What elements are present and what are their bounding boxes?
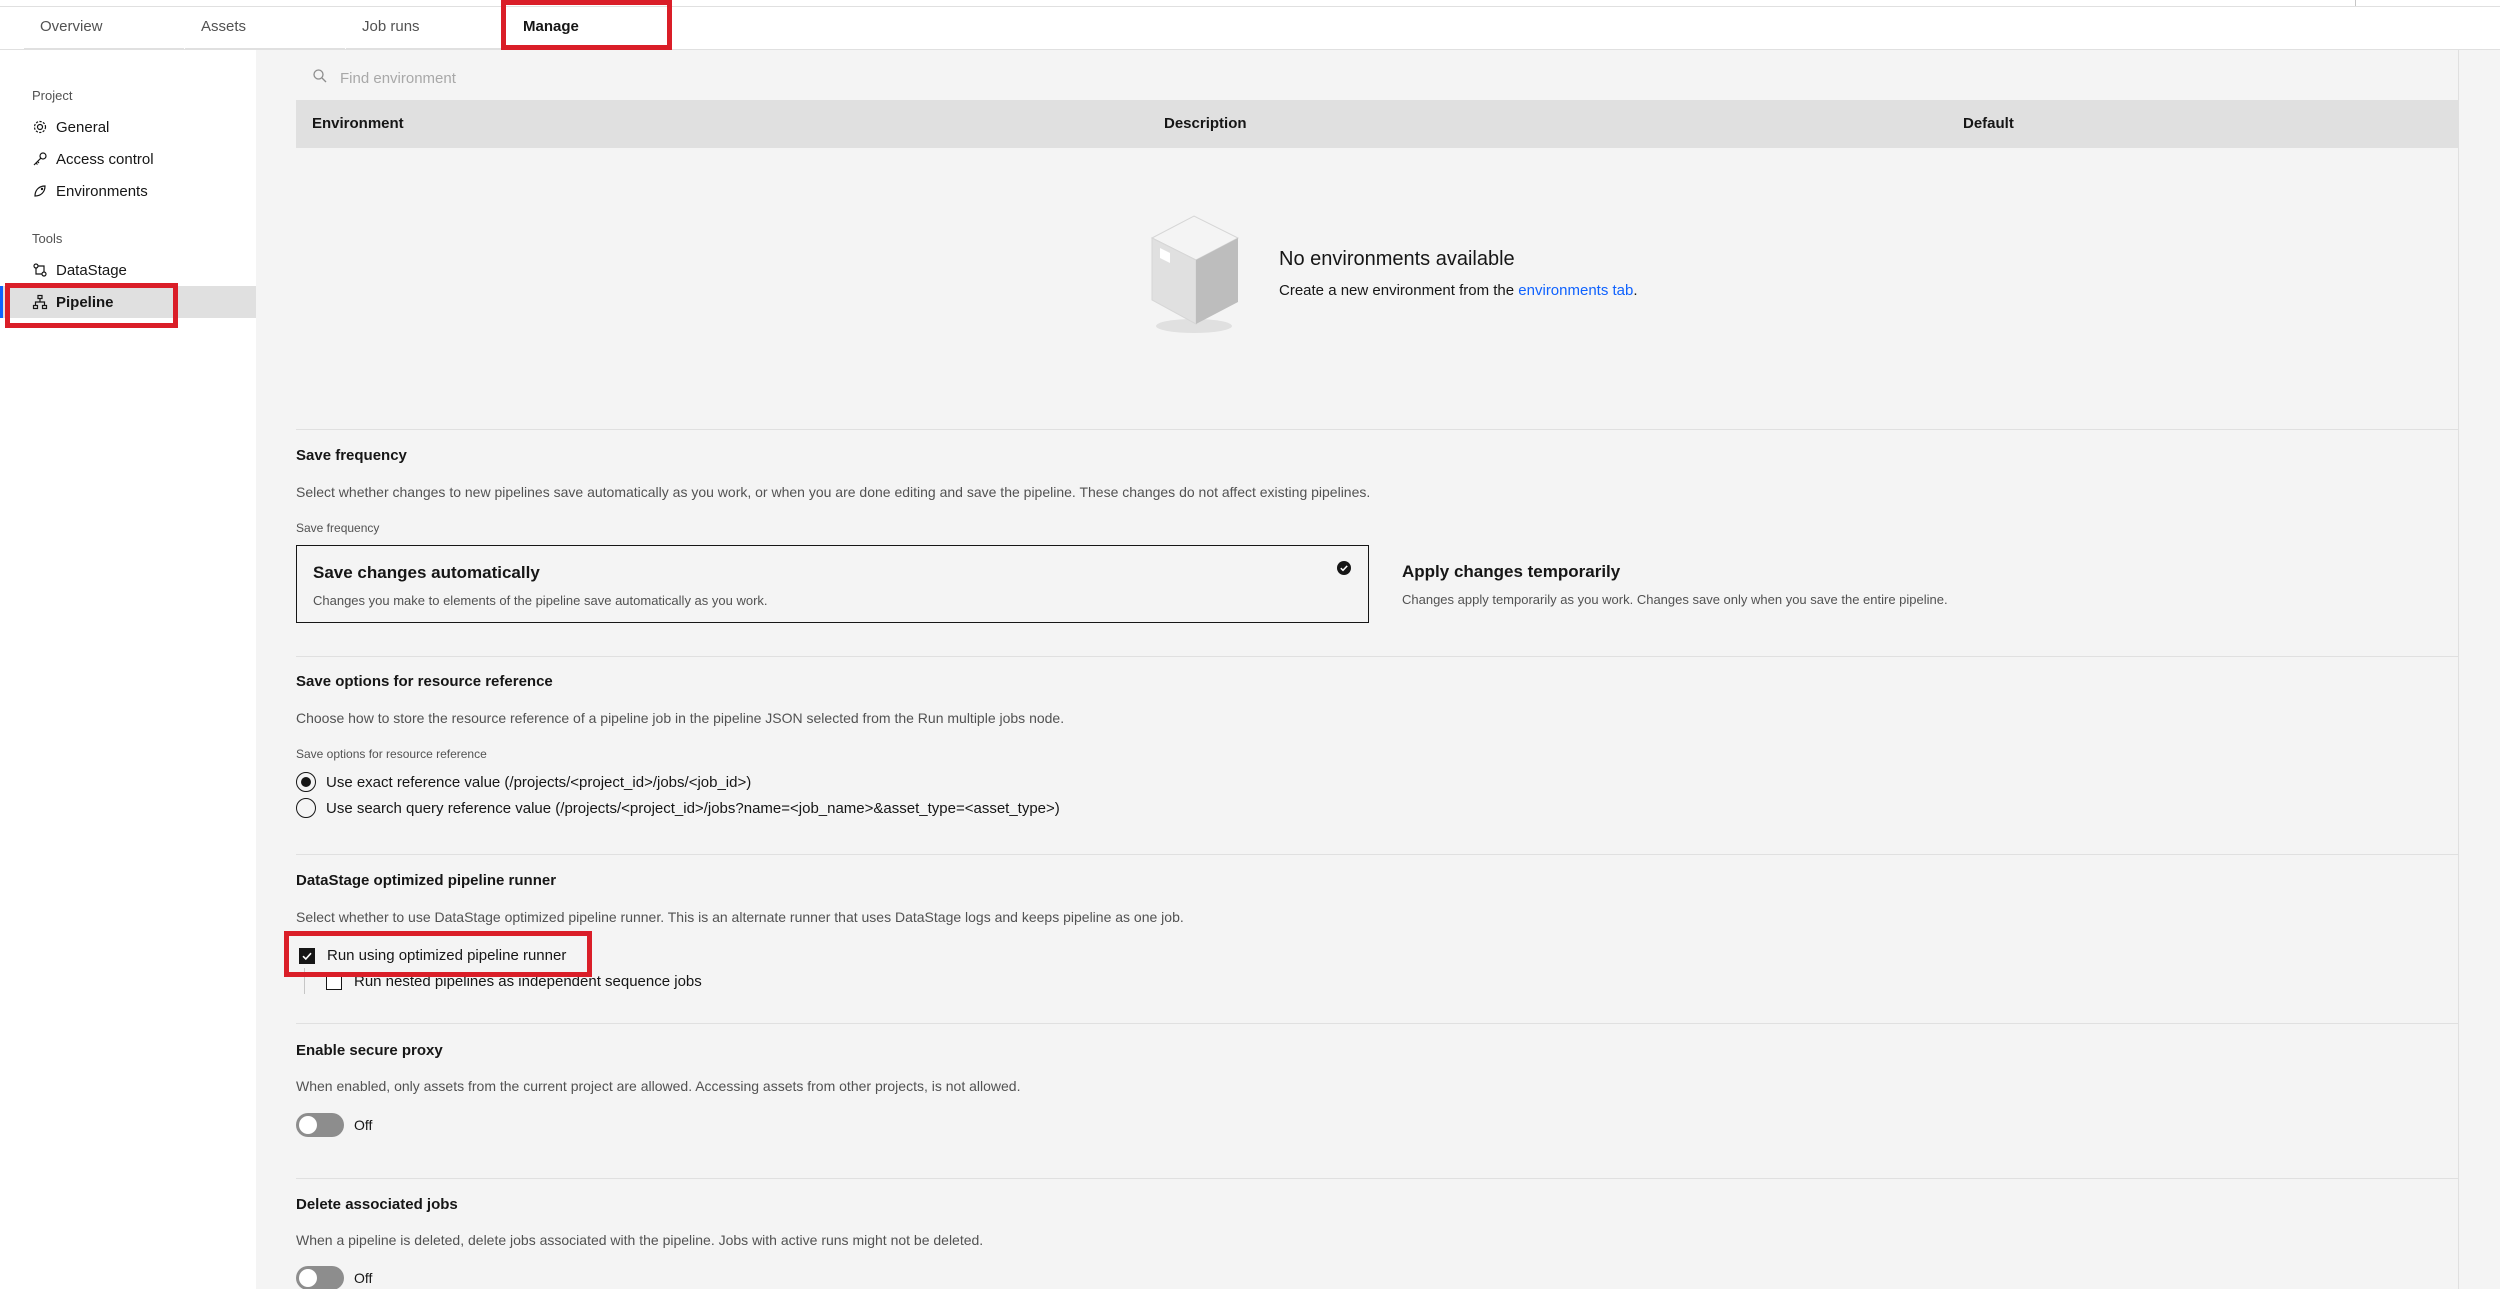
empty-state-text: Create a new environment from the <box>1279 282 1519 299</box>
optimized-runner-title: DataStage optimized pipeline runner <box>296 872 557 889</box>
gear-icon <box>32 119 48 135</box>
radio-label: Use exact reference value (/projects/<pr… <box>326 773 752 791</box>
empty-state-description: Create a new environment from the enviro… <box>1279 282 1638 299</box>
secure-proxy-title: Enable secure proxy <box>296 1042 443 1059</box>
environment-icon <box>32 183 48 199</box>
sidebar-group-tools: Tools <box>32 231 63 246</box>
tile-description: Changes apply temporarily as you work. C… <box>1402 592 1948 607</box>
section-divider <box>296 1023 2458 1024</box>
radio-label: Use search query reference value (/proje… <box>326 799 1060 817</box>
checkmark-filled-icon <box>1336 560 1352 576</box>
checkbox[interactable] <box>326 973 342 990</box>
sidebar-item-datastage[interactable]: DataStage <box>0 254 256 286</box>
empty-state-title: No environments available <box>1279 248 1515 270</box>
section-divider <box>296 656 2458 657</box>
tab-assets[interactable]: Assets <box>185 6 345 50</box>
sidebar-item-label: General <box>56 118 110 136</box>
tile-save-automatically[interactable]: Save changes automatically Changes you m… <box>296 545 1369 623</box>
delete-jobs-toggle[interactable] <box>296 1266 344 1289</box>
sidebar-item-access-control[interactable]: Access control <box>0 143 256 175</box>
environments-table-header: Environment Description Default <box>296 100 2458 148</box>
sidebar-item-label: Environments <box>56 182 148 200</box>
toggle-state-label: Off <box>354 1270 373 1286</box>
nested-indent-line <box>304 968 305 994</box>
delete-jobs-toggle-row[interactable]: Off <box>296 1266 372 1289</box>
tab-job-runs[interactable]: Job runs <box>346 6 506 50</box>
sidebar-item-label: DataStage <box>56 261 127 279</box>
checkbox-label: Run nested pipelines as independent sequ… <box>354 973 702 990</box>
key-icon <box>32 151 48 167</box>
section-divider <box>296 854 2458 855</box>
sidebar-item-general[interactable]: General <box>0 111 256 143</box>
checkmark-icon <box>302 952 312 960</box>
tile-title: Save changes automatically <box>313 563 540 582</box>
environments-empty-state <box>296 148 2458 397</box>
optimized-runner-description: Select whether to use DataStage optimize… <box>296 909 1184 925</box>
secure-proxy-toggle-row[interactable]: Off <box>296 1113 372 1137</box>
save-frequency-title: Save frequency <box>296 447 407 464</box>
scrollbar-track[interactable] <box>2458 50 2500 1289</box>
column-header-default[interactable]: Default <box>1963 115 2014 132</box>
checkbox-run-optimized-runner[interactable]: Run using optimized pipeline runner <box>299 947 566 964</box>
checkbox-label: Run using optimized pipeline runner <box>327 947 567 964</box>
column-header-description[interactable]: Description <box>1164 115 1247 132</box>
tab-overview[interactable]: Overview <box>24 6 184 50</box>
sidebar-group-project: Project <box>32 88 73 103</box>
radio-exact-reference[interactable]: Use exact reference value (/projects/<pr… <box>296 772 751 792</box>
tile-description: Changes you make to elements of the pipe… <box>313 593 768 608</box>
environment-search <box>296 56 2458 100</box>
radio-button[interactable] <box>296 798 316 818</box>
sidebar-item-pipeline[interactable]: Pipeline <box>0 286 256 318</box>
save-frequency-description: Select whether changes to new pipelines … <box>296 484 1371 500</box>
sidebar: Project General Access control Environme… <box>0 50 256 1289</box>
search-input[interactable] <box>340 69 2140 87</box>
save-frequency-label: Save frequency <box>296 521 380 535</box>
toggle-state-label: Off <box>354 1117 373 1133</box>
secure-proxy-description: When enabled, only assets from the curre… <box>296 1078 1021 1094</box>
topbar-separator <box>2355 0 2356 6</box>
resource-reference-label: Save options for resource reference <box>296 747 487 761</box>
secure-proxy-toggle[interactable] <box>296 1113 344 1137</box>
tab-manage[interactable]: Manage <box>507 6 667 50</box>
sidebar-item-label: Pipeline <box>56 293 114 311</box>
radio-search-query-reference[interactable]: Use search query reference value (/proje… <box>296 798 1060 818</box>
sidebar-item-label: Access control <box>56 150 154 168</box>
checkbox-checked[interactable] <box>299 947 315 964</box>
sidebar-item-environments[interactable]: Environments <box>0 175 256 207</box>
checkbox-nested-pipelines[interactable]: Run nested pipelines as independent sequ… <box>326 973 702 990</box>
top-tab-bar: Overview Assets Job runs Manage <box>0 0 2500 50</box>
environments-tab-link[interactable]: environments tab <box>1518 282 1633 299</box>
column-header-environment[interactable]: Environment <box>312 115 404 132</box>
resource-reference-title: Save options for resource reference <box>296 673 553 690</box>
delete-jobs-title: Delete associated jobs <box>296 1196 458 1213</box>
search-icon <box>312 68 328 89</box>
datastage-icon <box>32 262 48 278</box>
delete-jobs-description: When a pipeline is deleted, delete jobs … <box>296 1232 984 1248</box>
radio-button-selected[interactable] <box>296 772 316 792</box>
resource-reference-description: Choose how to store the resource referen… <box>296 710 1065 726</box>
pipeline-icon <box>32 294 48 310</box>
tile-apply-temporarily[interactable]: Apply changes temporarily Changes apply … <box>1386 545 2458 623</box>
tile-title: Apply changes temporarily <box>1402 562 1621 581</box>
empty-state-suffix: . <box>1633 282 1638 299</box>
section-divider <box>296 429 2458 430</box>
section-divider <box>296 1178 2458 1179</box>
empty-box-icon <box>1150 215 1240 333</box>
